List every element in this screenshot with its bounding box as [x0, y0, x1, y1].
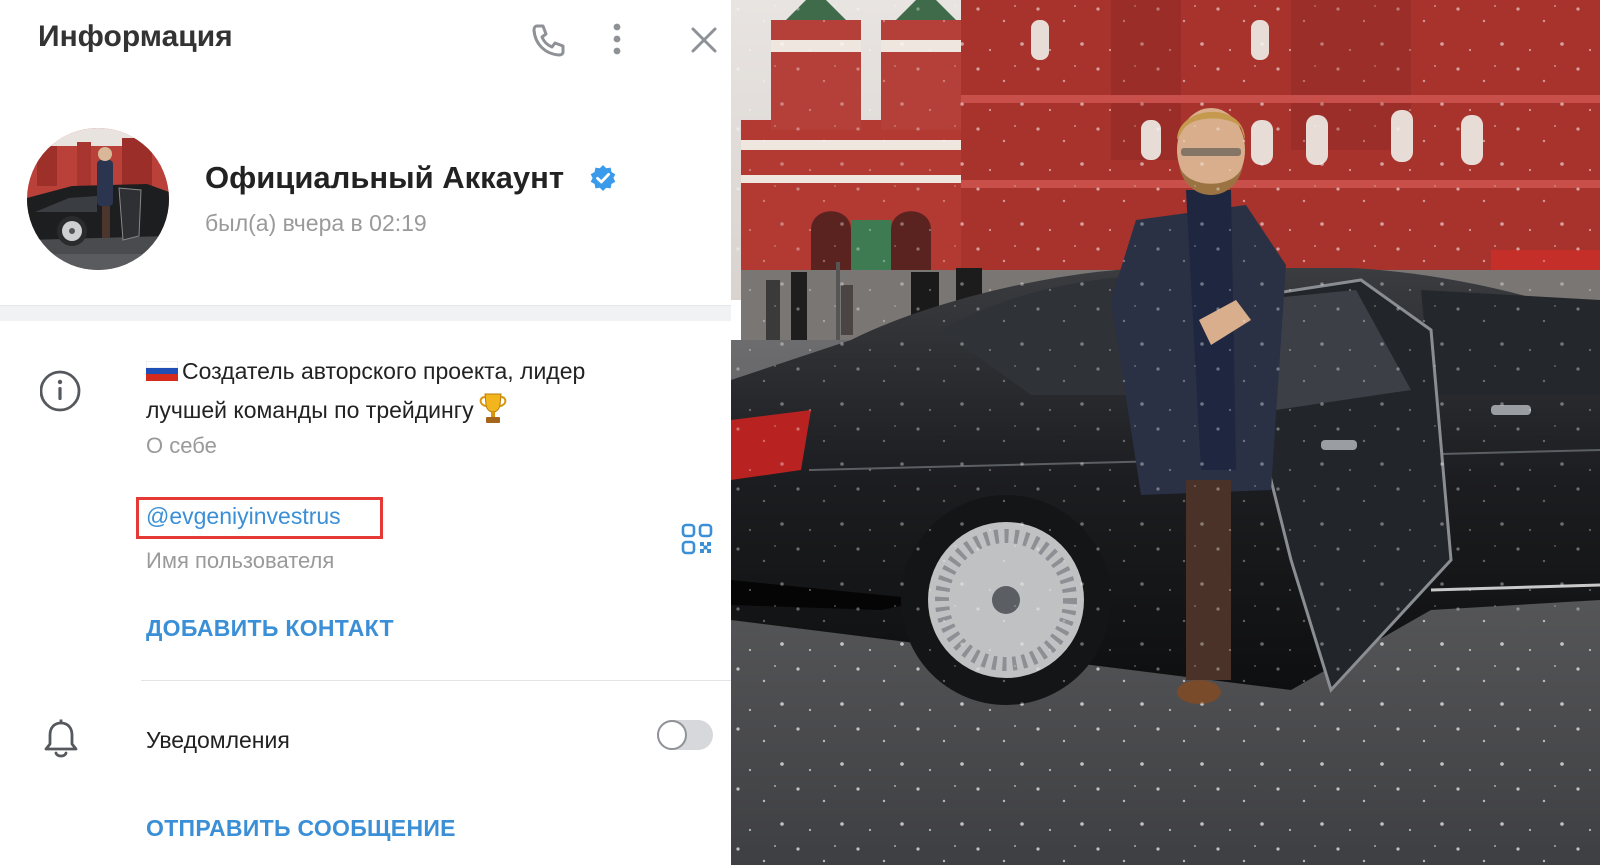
- avatar[interactable]: [27, 128, 169, 270]
- list-divider: [141, 680, 731, 681]
- more-options-button[interactable]: [604, 18, 648, 62]
- username-link[interactable]: @evgeniyinvestrus: [146, 503, 341, 530]
- profile-section: Официальный Аккаунт был(а) вчера в 02:19: [0, 80, 731, 305]
- bio-line-1-text: Создатель авторского проекта, лидер: [182, 358, 586, 384]
- qr-code-icon[interactable]: [681, 523, 713, 555]
- add-contact-button[interactable]: ДОБАВИТЬ КОНТАКТ: [146, 615, 394, 642]
- panel-header: Информация: [0, 0, 731, 80]
- toggle-knob: [657, 720, 687, 750]
- call-button[interactable]: [525, 18, 569, 62]
- verified-badge-icon: [590, 165, 616, 191]
- profile-info-panel: Информация Официальный Аккаунт был(а) вч…: [0, 0, 731, 865]
- info-icon: [40, 370, 81, 412]
- bio-line-2-text: лучшей команды по трейдингу: [146, 397, 474, 423]
- last-seen-status: был(а) вчера в 02:19: [205, 210, 427, 236]
- username-label: Имя пользователя: [146, 548, 335, 573]
- russia-flag-icon: [146, 361, 178, 381]
- bio-line-2: лучшей команды по трейдингу: [146, 391, 706, 430]
- send-message-button[interactable]: ОТПРАВИТЬ СООБЩЕНИЕ: [146, 815, 456, 842]
- trophy-icon: [479, 393, 506, 423]
- phone-icon: [532, 24, 565, 57]
- bio-text: Создатель авторского проекта, лидер лучш…: [146, 352, 706, 430]
- section-divider: [0, 305, 731, 321]
- profile-photo: [731, 0, 1600, 865]
- more-vertical-icon: [613, 23, 621, 55]
- close-button[interactable]: [682, 18, 726, 62]
- bell-icon: [44, 719, 78, 758]
- panel-title: Информация: [38, 20, 233, 53]
- close-icon: [691, 27, 717, 53]
- bio-label: О себе: [146, 433, 217, 458]
- notifications-toggle[interactable]: [657, 720, 713, 750]
- bio-line-1: Создатель авторского проекта, лидер: [146, 352, 706, 391]
- notifications-label: Уведомления: [146, 727, 290, 753]
- profile-name: Официальный Аккаунт: [205, 160, 565, 195]
